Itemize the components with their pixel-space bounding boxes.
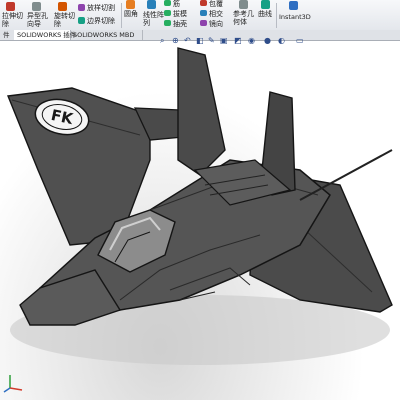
tab-solidworks-mbd[interactable]: SOLIDWORKS MBD (70, 30, 143, 40)
linear-pattern-button[interactable]: 线性阵 列 (141, 0, 164, 30)
extrude-cut-button[interactable]: 拉伸切 除 (1, 0, 23, 30)
left-vertical-tail (177, 47, 226, 176)
ribbon-separator (276, 3, 277, 28)
boundary-cut-button[interactable]: 边界切除 (87, 17, 115, 25)
command-ribbon: 拉伸切 除 异型孔 向导 旋转切 除 放样切割 边界切除 圆角 线性阵 列 筋 … (0, 0, 400, 31)
revolve-cut-icon (58, 2, 67, 11)
hole-wizard-icon (32, 2, 41, 11)
linear-pattern-label: 线性阵 列 (143, 11, 164, 27)
ribbon-separator (121, 3, 122, 28)
mirror-icon (200, 20, 207, 26)
linear-pattern-icon (147, 0, 156, 9)
hole-wizard-label: 异型孔 向导 (27, 12, 48, 28)
zoom-to-fit-icon[interactable]: ⌕ (160, 36, 164, 46)
revolve-cut-label: 旋转切 除 (54, 12, 75, 28)
curves-icon (261, 0, 270, 9)
wrap-intersect-mirror-group: 包覆 相交 镜向 (200, 0, 228, 30)
fighter-jet-model[interactable]: FK (0, 46, 400, 400)
intersect-button[interactable]: 相交 (209, 10, 223, 18)
dynamic-annotation-icon[interactable]: ✎ (208, 36, 215, 46)
apply-scene-icon[interactable]: ◐ (278, 36, 285, 46)
previous-view-icon[interactable]: ↶ (184, 36, 191, 46)
extrude-cut-icon (6, 2, 15, 11)
view-settings-icon[interactable]: ▭ (296, 36, 304, 46)
curves-label: 曲线 (258, 10, 272, 18)
draft-icon (164, 10, 171, 16)
hole-wizard-button[interactable]: 异型孔 向导 (26, 0, 48, 30)
reference-geometry-button[interactable]: 参考几 何体 (231, 0, 257, 30)
reference-geometry-label: 参考几 何体 (233, 10, 254, 26)
draft-button[interactable]: 拔模 (173, 10, 187, 18)
loft-boundary-group: 放样切割 边界切除 (76, 0, 120, 30)
wrap-icon (200, 0, 207, 6)
mirror-button[interactable]: 镜向 (209, 20, 223, 28)
intersect-icon (200, 10, 207, 16)
curves-button[interactable]: 曲线 (258, 0, 274, 30)
rib-draft-shell-group: 筋 拔模 抽壳 (164, 0, 200, 30)
zoom-to-area-icon[interactable]: ⊕ (172, 36, 179, 46)
boundary-cut-icon (78, 17, 85, 24)
revolve-cut-button[interactable]: 旋转切 除 (52, 0, 75, 30)
graphics-area[interactable]: FK (0, 46, 400, 400)
z-axis-icon (3, 387, 11, 393)
section-view-icon[interactable]: ◧ (196, 36, 204, 46)
tab-solidworks-addins[interactable]: SOLIDWORKS 插件 (14, 30, 76, 40)
reference-geometry-icon (239, 0, 248, 9)
display-style-icon[interactable]: ◩ (234, 36, 242, 46)
rib-icon (164, 0, 171, 6)
refuel-probe (299, 149, 393, 201)
fillet-label: 圆角 (124, 10, 138, 18)
coordinate-triad (3, 375, 23, 393)
x-axis-icon (9, 387, 23, 391)
view-orientation-icon[interactable]: ▣ (220, 36, 228, 46)
instant3d-label: Instant3D (279, 13, 311, 21)
wrap-button[interactable]: 包覆 (209, 0, 223, 8)
instant3d-button[interactable]: Instant3D (278, 0, 311, 30)
shell-button[interactable]: 抽壳 (173, 20, 187, 28)
loft-cut-icon (78, 4, 85, 11)
extrude-cut-label: 拉伸切 除 (2, 12, 23, 28)
loft-cut-button[interactable]: 放样切割 (87, 4, 115, 12)
edit-appearance-icon[interactable]: ● (264, 36, 271, 46)
shell-icon (164, 20, 171, 26)
fillet-icon (126, 0, 135, 9)
hide-show-items-icon[interactable]: ◉ (248, 36, 255, 46)
fillet-button[interactable]: 圆角 (124, 0, 138, 30)
instant3d-icon (289, 1, 298, 10)
rib-button[interactable]: 筋 (173, 0, 180, 8)
